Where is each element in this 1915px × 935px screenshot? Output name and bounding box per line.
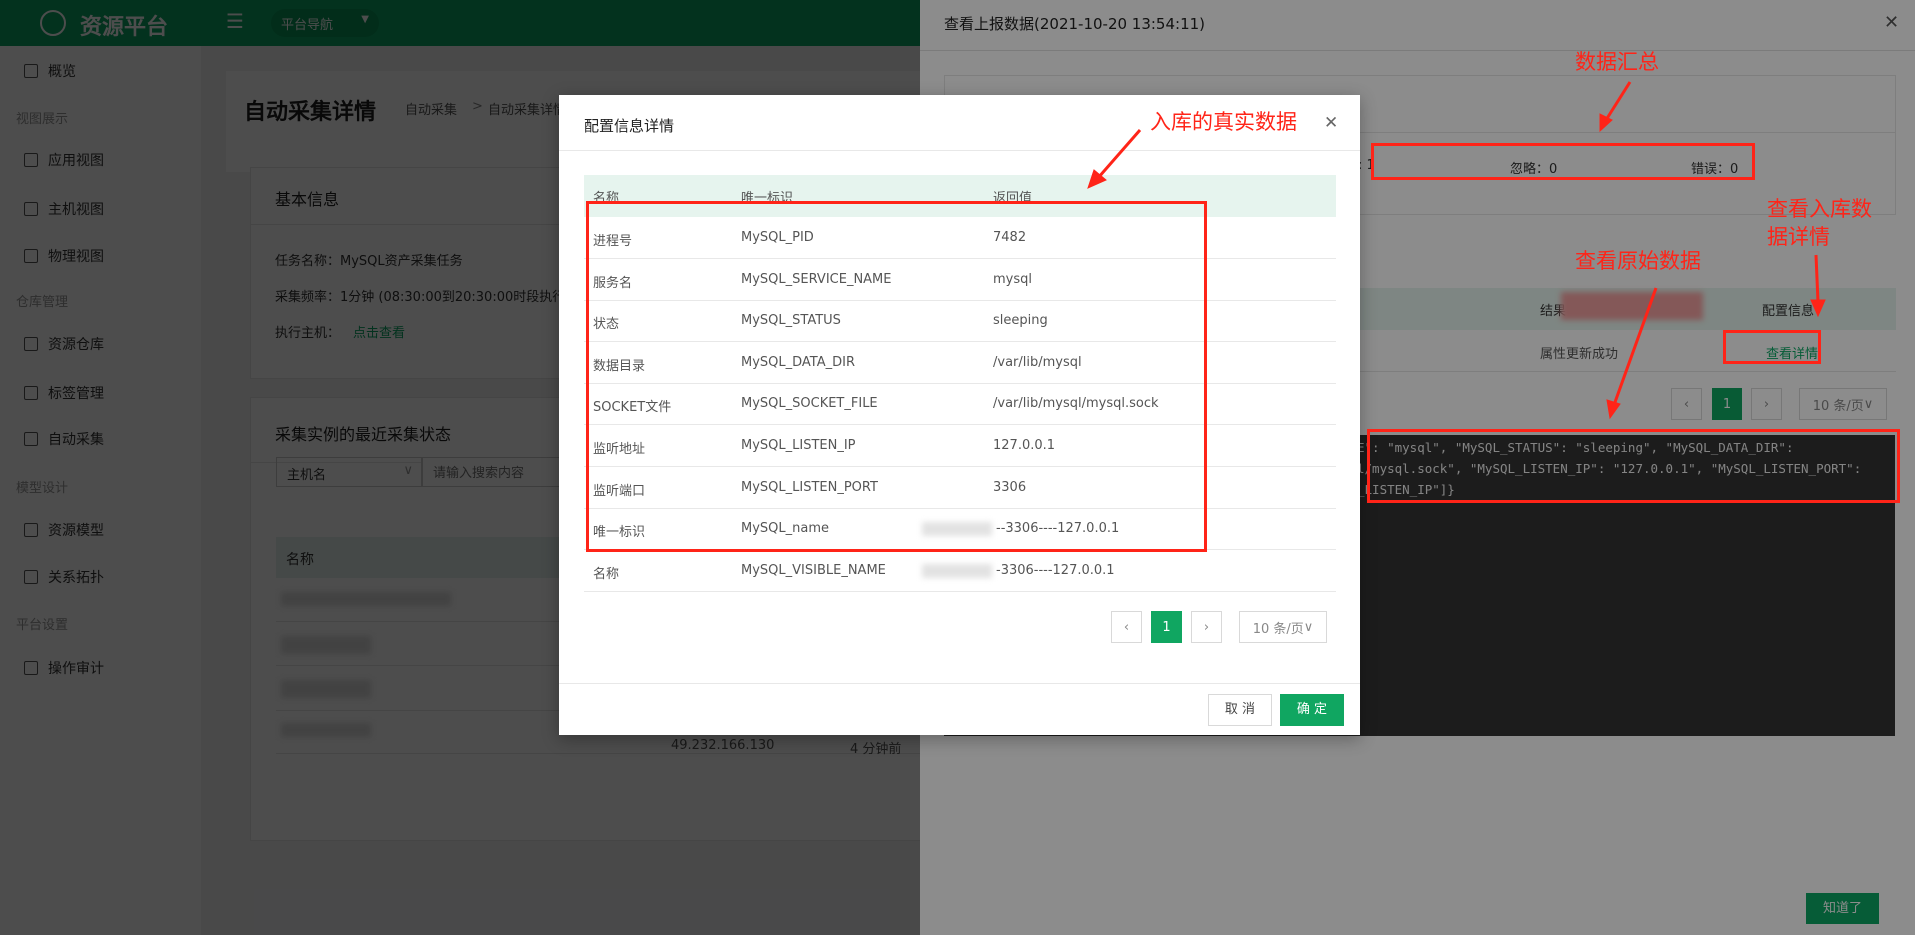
annotation-arrows — [1087, 81, 1826, 420]
arrow-summary — [1604, 81, 1632, 121]
arrow-detail — [1814, 254, 1820, 303]
arrow-real-data — [1096, 129, 1142, 179]
arrow-raw — [1612, 287, 1658, 406]
